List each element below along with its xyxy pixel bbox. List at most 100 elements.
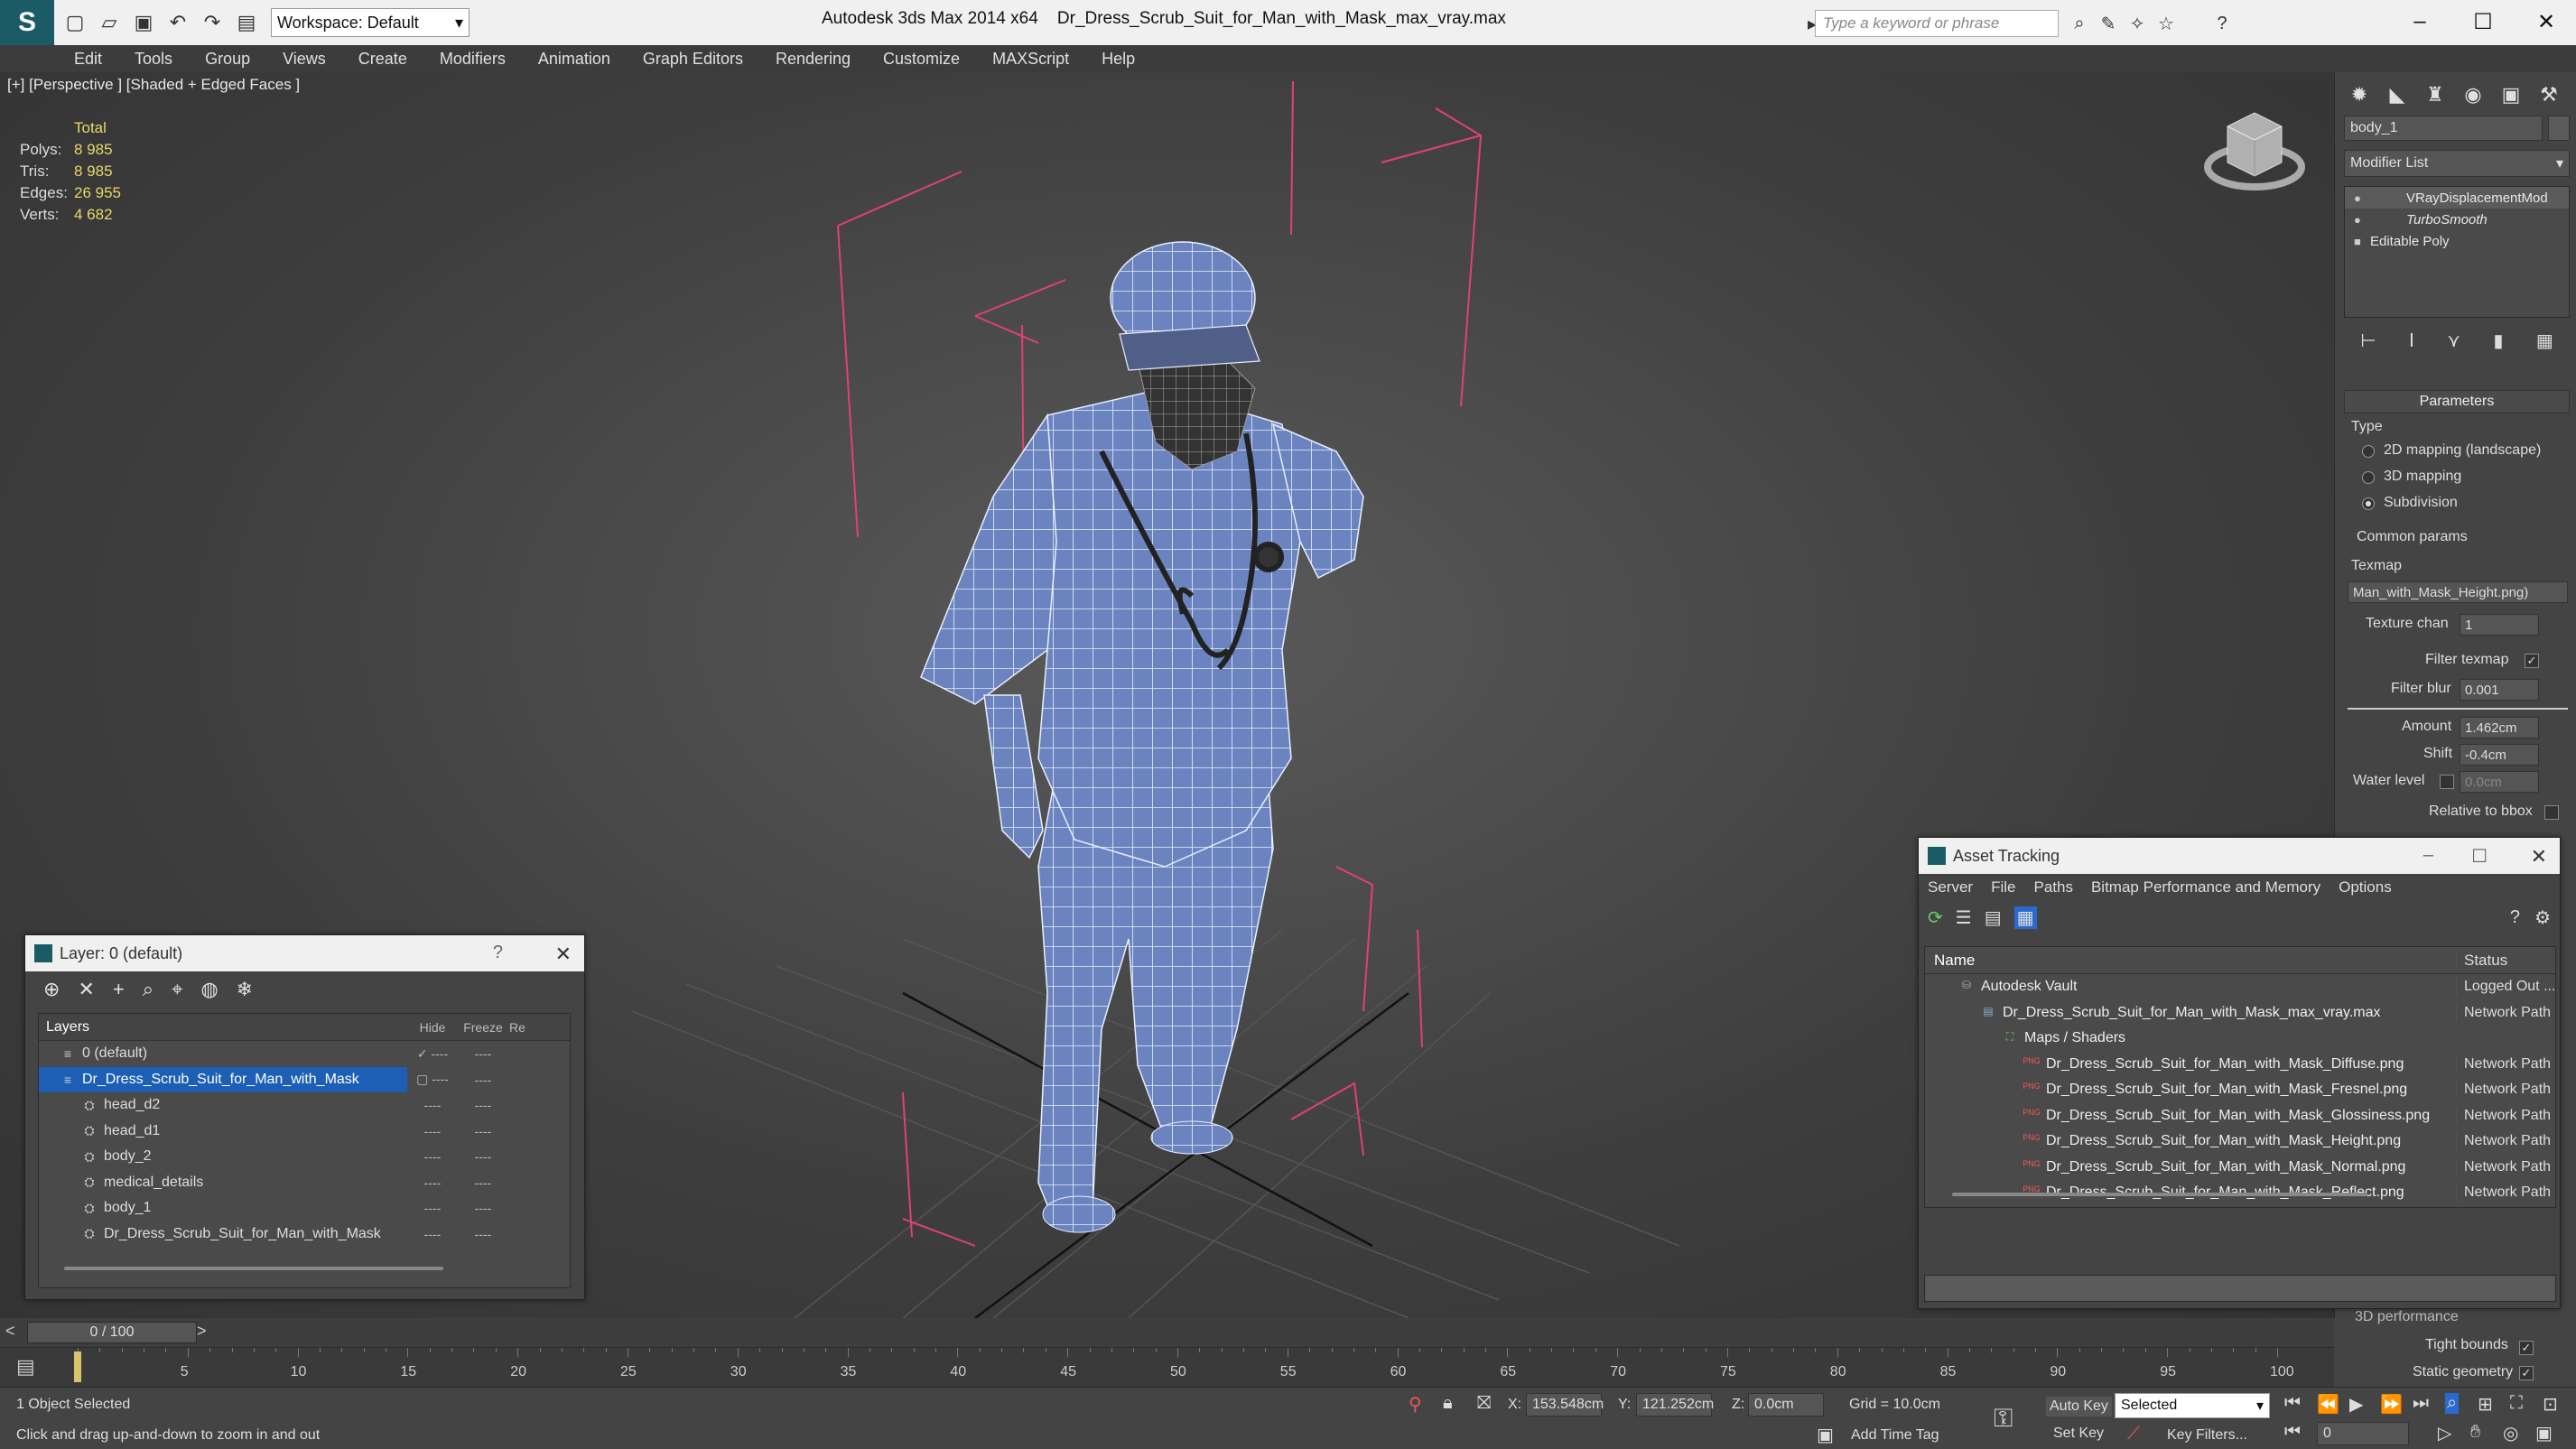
delete-layer-icon[interactable]: ✕: [78, 978, 94, 1001]
freeze-toggle[interactable]: ----: [458, 1098, 508, 1112]
horizontal-scrollbar[interactable]: [64, 1267, 443, 1270]
pin-stack-icon[interactable]: ⊢: [2360, 330, 2376, 352]
refresh-icon[interactable]: ⟳: [1928, 906, 1943, 929]
column-hide[interactable]: Hide: [407, 1020, 458, 1035]
asset-row[interactable]: PNG Dr_Dress_Scrub_Suit_for_Man_with_Mask…: [1925, 1155, 2555, 1181]
asset-row[interactable]: PNG Dr_Dress_Scrub_Suit_for_Man_with_Mask…: [1925, 1103, 2555, 1129]
close-icon[interactable]: ✕: [2524, 5, 2569, 38]
configure-modifier-sets-icon[interactable]: ▦: [2536, 330, 2553, 352]
object-name-field[interactable]: body_1: [2344, 116, 2543, 141]
set-key-button[interactable]: Set Key: [2053, 1426, 2104, 1442]
hide-toggle[interactable]: ----: [407, 1124, 458, 1138]
close-icon[interactable]: ✕: [2531, 845, 2547, 868]
menu-customize[interactable]: Customize: [883, 50, 960, 69]
table-view-icon[interactable]: ▦: [2013, 906, 2037, 929]
asset-row[interactable]: PNG Dr_Dress_Scrub_Suit_for_Man_with_Mask…: [1925, 1129, 2555, 1155]
default-tangent-icon[interactable]: ⟋: [2127, 1424, 2140, 1444]
curve-editor-icon[interactable]: ▤: [16, 1355, 35, 1379]
hide-toggle[interactable]: ▢ ----: [407, 1072, 458, 1087]
object-row[interactable]: ⛭ body_1 ---- ----: [39, 1195, 570, 1221]
menu-help[interactable]: Help: [1102, 50, 1135, 69]
layer-row[interactable]: ≡ 0 (default) ✓ ---- ----: [39, 1041, 570, 1067]
z-coordinate-field[interactable]: 0.0cm: [1748, 1393, 1824, 1416]
go-to-end-icon[interactable]: ⏭: [2413, 1393, 2429, 1414]
orbit-icon[interactable]: ◎: [2503, 1422, 2518, 1444]
stack-item[interactable]: ● TurboSmooth: [2345, 209, 2569, 230]
minimize-icon[interactable]: –: [2397, 5, 2442, 38]
object-row[interactable]: ⛭ Dr_Dress_Scrub_Suit_for_Man_with_Mask -…: [39, 1221, 570, 1248]
display-tab-icon[interactable]: ▣: [2494, 78, 2528, 112]
remove-modifier-icon[interactable]: ▮: [2493, 330, 2503, 352]
time-slider[interactable]: < 0 / 100 >: [0, 1318, 2334, 1347]
binoculars-icon[interactable]: ⌕: [2068, 12, 2091, 35]
maximize-icon[interactable]: ☐: [2460, 5, 2506, 38]
asset-row[interactable]: PNG Dr_Dress_Scrub_Suit_for_Man_with_Mask…: [1925, 1052, 2555, 1078]
layer-row-selected[interactable]: ≡ Dr_Dress_Scrub_Suit_for_Man_with_Mask ▢…: [39, 1066, 570, 1092]
minimize-icon[interactable]: –: [2423, 845, 2433, 866]
close-icon[interactable]: ✕: [555, 943, 572, 966]
y-coordinate-field[interactable]: 121.252cm: [1636, 1393, 1714, 1416]
hide-toggle[interactable]: ----: [407, 1149, 458, 1164]
radio-subdivision[interactable]: [2362, 497, 2375, 510]
freeze-toggle[interactable]: ----: [458, 1175, 508, 1190]
highlight-layer-icon[interactable]: ⌖: [172, 978, 182, 1001]
freeze-toggle[interactable]: ----: [458, 1201, 508, 1215]
modify-tab-icon[interactable]: ◣: [2380, 78, 2414, 112]
selection-lock-icon[interactable]: 🔒︎: [1443, 1393, 1453, 1414]
current-frame-marker[interactable]: [74, 1351, 81, 1382]
radio-2d-mapping[interactable]: [2362, 445, 2375, 458]
create-layer-icon[interactable]: ⊕: [43, 978, 60, 1001]
new-file-icon[interactable]: ▢: [61, 9, 88, 36]
menu-paths[interactable]: Paths: [2033, 878, 2072, 896]
column-status[interactable]: Status: [2456, 951, 2555, 970]
select-objects-icon[interactable]: ⌕: [143, 978, 153, 1001]
pan-icon[interactable]: ✋︎: [2470, 1422, 2480, 1443]
make-unique-icon[interactable]: ⋎: [2447, 330, 2460, 352]
previous-frame-icon[interactable]: <: [5, 1322, 15, 1341]
object-row[interactable]: ⛭ head_d2 ---- ----: [39, 1092, 570, 1119]
auto-key-button[interactable]: Auto Key: [2046, 1397, 2112, 1416]
menu-views[interactable]: Views: [283, 50, 326, 69]
asset-row[interactable]: ⛶ Maps / Shaders: [1925, 1026, 2555, 1052]
menu-create[interactable]: Create: [358, 50, 407, 69]
menu-options[interactable]: Options: [2339, 878, 2392, 896]
save-icon[interactable]: ▣: [130, 9, 157, 36]
key-icon[interactable]: ⚿: [1994, 1404, 2013, 1434]
object-row[interactable]: ⛭ medical_details ---- ----: [39, 1170, 570, 1196]
add-to-layer-icon[interactable]: +: [113, 978, 125, 1001]
key-filters-button[interactable]: Key Filters...: [2167, 1427, 2247, 1444]
asset-window-titlebar[interactable]: Asset Tracking – ☐ ✕: [1919, 838, 2560, 874]
menu-modifiers[interactable]: Modifiers: [440, 50, 506, 69]
modifier-list-dropdown[interactable]: Modifier List ▾: [2344, 150, 2570, 177]
previous-key-icon[interactable]: ⏪: [2317, 1393, 2339, 1416]
open-file-icon[interactable]: ▱: [96, 9, 123, 36]
key-set-dropdown[interactable]: Selected ▾: [2115, 1393, 2270, 1418]
freeze-all-icon[interactable]: ❄: [237, 978, 253, 1001]
amount-spinner[interactable]: 1.462cm: [2460, 717, 2539, 738]
freeze-toggle[interactable]: ----: [458, 1046, 508, 1061]
project-folder-icon[interactable]: ▤: [233, 9, 260, 36]
menu-server[interactable]: Server: [1928, 878, 1973, 896]
tight-bounds-checkbox[interactable]: ✓: [2519, 1341, 2534, 1355]
radio-3d-mapping[interactable]: [2362, 471, 2375, 484]
communication-icon[interactable]: ✧: [2125, 12, 2149, 35]
show-end-result-icon[interactable]: Ⅰ: [2409, 330, 2414, 352]
current-frame-field[interactable]: 0: [2317, 1422, 2409, 1445]
relative-bbox-checkbox[interactable]: [2544, 805, 2559, 820]
zoom-extents-all-icon[interactable]: ⊡: [2543, 1393, 2558, 1416]
water-level-checkbox[interactable]: [2440, 775, 2454, 789]
help-icon[interactable]: ?: [2510, 907, 2520, 928]
hide-toggle[interactable]: ✓ ----: [407, 1046, 458, 1062]
zoom-icon[interactable]: ⌕: [2445, 1393, 2460, 1414]
time-slider-thumb[interactable]: 0 / 100: [27, 1322, 197, 1343]
menu-bitmap-performance[interactable]: Bitmap Performance and Memory: [2091, 878, 2320, 896]
column-name[interactable]: Name: [1925, 952, 2456, 970]
column-render[interactable]: Re: [508, 1020, 526, 1035]
lightbulb-icon[interactable]: ●: [2354, 213, 2370, 227]
play-icon[interactable]: ▶: [2349, 1393, 2363, 1416]
zoom-extents-icon[interactable]: ⛶: [2510, 1393, 2523, 1414]
asset-path-field[interactable]: [1924, 1275, 2556, 1302]
undo-icon[interactable]: ↶: [164, 9, 191, 36]
create-tab-icon[interactable]: ✹: [2342, 78, 2376, 112]
freeze-toggle[interactable]: ----: [458, 1227, 508, 1241]
